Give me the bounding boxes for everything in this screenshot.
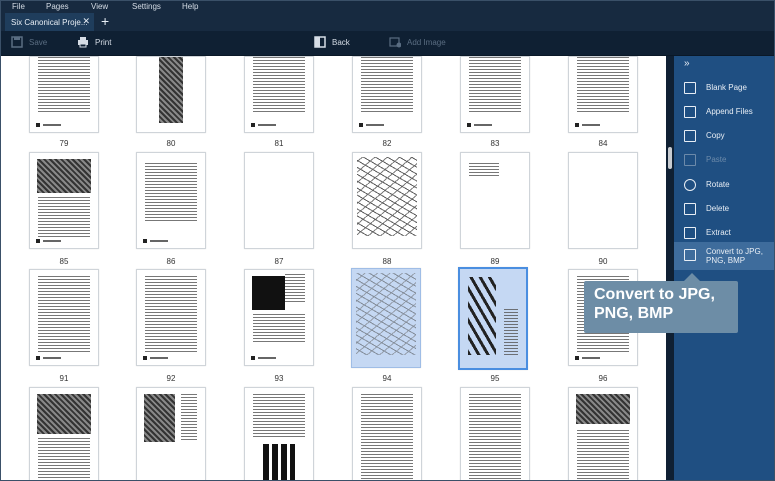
paste-button[interactable]: Paste: [674, 148, 774, 172]
save-button[interactable]: Save: [11, 36, 47, 48]
tab-title: Six Canonical Proje...: [11, 17, 88, 27]
page-number: 95: [490, 374, 500, 383]
page-thumbnail[interactable]: [568, 152, 638, 249]
convert-tooltip: Convert to JPG, PNG, BMP: [584, 273, 738, 333]
page-number: 90: [598, 257, 608, 266]
menu-pages[interactable]: Pages: [46, 2, 69, 11]
page-thumbnail[interactable]: [352, 387, 422, 480]
add-image-icon: [389, 37, 401, 48]
page-thumbnail[interactable]: [244, 269, 314, 366]
page-thumbnail[interactable]: [568, 56, 638, 133]
print-label: Print: [95, 37, 112, 47]
convert-image-button[interactable]: Convert to JPG, PNG, BMP: [674, 242, 774, 270]
page-thumbnail[interactable]: [244, 387, 314, 480]
page-thumbnail[interactable]: [136, 56, 206, 133]
menu-settings[interactable]: Settings: [132, 2, 161, 11]
tab-bar: Six Canonical Proje... ✕ +: [1, 13, 774, 31]
rotate-label: Rotate: [706, 180, 730, 189]
append-files-icon: [684, 106, 696, 118]
blank-page-button[interactable]: Blank Page: [674, 76, 774, 100]
page-number: 96: [598, 374, 608, 383]
vertical-scrollbar[interactable]: [668, 147, 672, 169]
page-number: 89: [490, 257, 500, 266]
copy-label: Copy: [706, 131, 725, 140]
page-thumbnail[interactable]: [352, 152, 422, 249]
page-thumbnails: 79 80 81 82 83 84 85 86 87 88 89 90 91 9…: [1, 56, 666, 480]
paste-label: Paste: [706, 155, 727, 164]
blank-page-label: Blank Page: [706, 83, 747, 92]
image-icon: [684, 249, 696, 261]
page-number: 94: [382, 374, 392, 383]
page-thumbnail-focused[interactable]: [458, 267, 528, 370]
page-thumbnail[interactable]: [29, 269, 99, 366]
add-image-label: Add Image: [407, 37, 446, 47]
page-thumbnail[interactable]: [244, 56, 314, 133]
back-label: Back: [332, 37, 350, 47]
page-thumbnail[interactable]: [29, 387, 99, 480]
copy-button[interactable]: Copy: [674, 124, 774, 148]
page-thumbnail[interactable]: [568, 387, 638, 480]
app-window: File Pages View Settings Help Six Canoni…: [0, 0, 775, 481]
page-thumbnail[interactable]: [29, 152, 99, 249]
toolbar: Save Print Back Add Image: [1, 31, 774, 56]
tab-document[interactable]: Six Canonical Proje... ✕: [5, 13, 94, 31]
append-files-button[interactable]: Append Files: [674, 100, 774, 124]
page-number: 82: [382, 139, 392, 148]
menu-view[interactable]: View: [91, 2, 108, 11]
close-icon[interactable]: ✕: [82, 16, 90, 27]
convert-image-label: Convert to JPG, PNG, BMP: [706, 247, 763, 265]
page-number: 87: [274, 257, 284, 266]
page-number: 84: [598, 139, 608, 148]
page-thumbnail-selected[interactable]: [351, 268, 421, 368]
page-number: 92: [166, 374, 176, 383]
page-thumbnail[interactable]: [460, 56, 530, 133]
back-icon: [314, 36, 326, 48]
extract-label: Extract: [706, 228, 731, 237]
page-thumbnail[interactable]: [460, 152, 530, 249]
page-number: 93: [274, 374, 284, 383]
extract-icon: [684, 227, 696, 239]
page-thumbnail[interactable]: [136, 152, 206, 249]
page-number: 85: [59, 257, 69, 266]
rotate-icon: [684, 179, 696, 191]
page-number: 91: [59, 374, 69, 383]
back-button[interactable]: Back: [314, 36, 350, 48]
page-thumbnail[interactable]: [460, 387, 530, 480]
menu-bar: File Pages View Settings Help: [1, 1, 774, 13]
menu-file[interactable]: File: [12, 2, 25, 11]
collapse-sidebar-icon[interactable]: »: [684, 58, 690, 69]
tooltip-line-1: Convert to JPG,: [594, 286, 715, 303]
page-actions-sidebar: » Blank Page Append Files Copy Paste Rot…: [674, 56, 774, 480]
delete-button[interactable]: Delete: [674, 197, 774, 221]
tooltip-line-2: PNG, BMP: [594, 305, 674, 322]
delete-label: Delete: [706, 204, 730, 213]
paste-icon: [684, 154, 696, 166]
save-label: Save: [29, 37, 48, 47]
page-number: 79: [59, 139, 69, 148]
new-tab-button[interactable]: +: [101, 14, 109, 28]
copy-icon: [684, 130, 696, 142]
page-thumbnail[interactable]: [244, 152, 314, 249]
page-number: 83: [490, 139, 500, 148]
page-number: 86: [166, 257, 176, 266]
add-image-button[interactable]: Add Image: [389, 36, 446, 48]
page-thumbnail[interactable]: [136, 269, 206, 366]
print-button[interactable]: Print: [77, 36, 111, 48]
page-thumbnail[interactable]: [352, 56, 422, 133]
trash-icon: [684, 203, 696, 215]
rotate-button[interactable]: Rotate: [674, 173, 774, 197]
page-thumbnail[interactable]: [29, 56, 99, 133]
page-number: 81: [274, 139, 284, 148]
page-number: 80: [166, 139, 176, 148]
page-number: 88: [382, 257, 392, 266]
menu-help[interactable]: Help: [182, 2, 198, 11]
save-icon: [11, 36, 23, 48]
page-thumbnail[interactable]: [136, 387, 206, 480]
blank-page-icon: [684, 82, 696, 94]
printer-icon: [78, 37, 88, 48]
append-files-label: Append Files: [706, 107, 753, 116]
